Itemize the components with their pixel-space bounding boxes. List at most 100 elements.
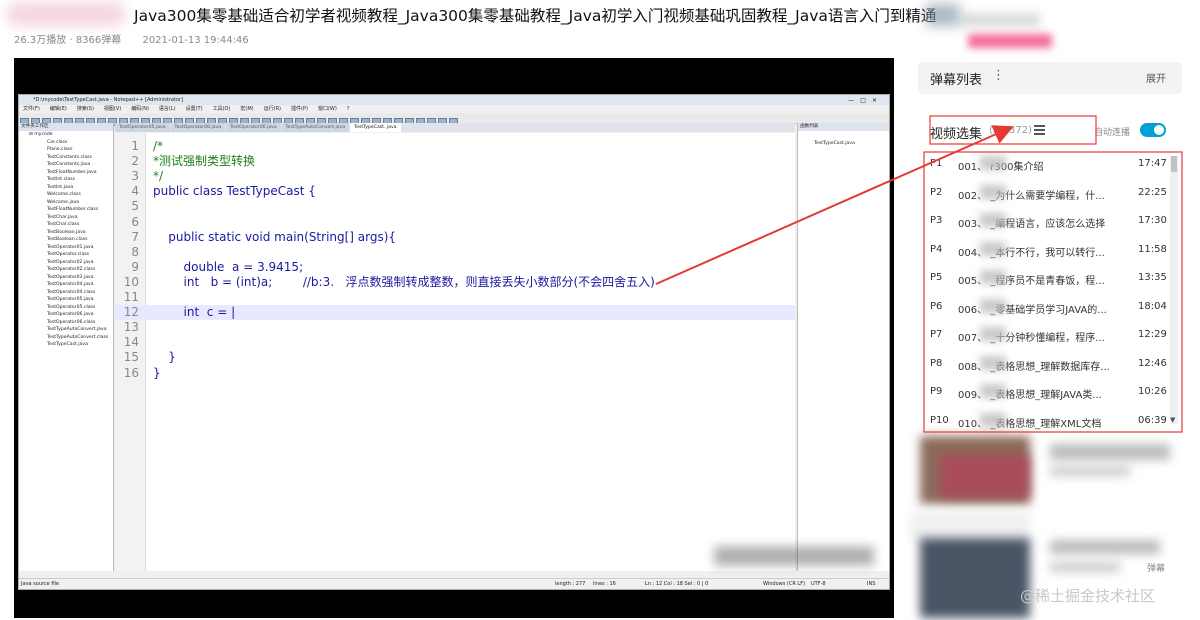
line-number: 6 <box>131 214 139 229</box>
file-item: TestOperator05.class <box>47 304 96 310</box>
panel-title: 文件夹工作区 <box>19 123 113 131</box>
playlist-item[interactable]: P6 006、 _零基础学员学习JAVA的... 18:04 <box>924 293 1168 322</box>
player-watermark-blurred <box>714 546 874 566</box>
file-item: TestTypeAutoConvert.java <box>47 327 107 332</box>
playlist-item[interactable]: P1 001、 r300集介绍 17:47 <box>924 150 1168 179</box>
redaction-blur <box>980 184 1006 199</box>
npp-menu-item: ? <box>346 106 350 112</box>
playlist-item-duration: 12:46 <box>1138 357 1167 369</box>
playlist-item[interactable]: P7 007、 _十分钟秒懂编程，程序... 12:29 <box>924 321 1168 350</box>
code-text: int b = (int)a; //b:3. 浮点数强制转成整数，则直接丢失小数… <box>153 274 655 289</box>
file-item: TestOperator06.class <box>47 319 96 325</box>
code-text: /* <box>153 139 164 153</box>
line-number: 9 <box>131 259 139 274</box>
playlist-item-duration: 22:25 <box>1138 186 1167 198</box>
code-line: 13 <box>115 320 795 335</box>
more-vertical-icon[interactable]: ⋮ <box>992 68 1005 83</box>
autoplay-label: 自动连播 <box>1094 128 1131 138</box>
list-icon[interactable] <box>1034 125 1045 135</box>
npp-tab: TestOperator06.java <box>170 123 226 132</box>
function-list-panel: 函数列表 TestTypeCast.java <box>797 123 889 571</box>
code-line: 1 /* <box>115 139 795 154</box>
code-text: int c = | <box>153 305 236 320</box>
playlist-item-part: P3 <box>930 215 943 226</box>
code-line: 5 <box>115 199 795 214</box>
playlist-scrollbar[interactable]: ▼ <box>1170 156 1178 424</box>
code-text: } <box>153 365 161 380</box>
video-playlist: 视频选集 (50/372) 自动连播 P1 001、 r300集介绍 17:47 P2… <box>918 112 1182 434</box>
file-item: TestFloatNumber.class <box>47 207 99 212</box>
file-item: TestFloatNumber.java <box>47 169 97 175</box>
playlist-item[interactable]: P4 004、 _本行不行，我可以转行... 11:58 <box>924 236 1168 265</box>
npp-title: *D:\mycode\TestTypeCast.java - Notepad++… <box>33 97 183 103</box>
npp-menu-item: 宏(M) <box>240 106 254 112</box>
playlist-item[interactable]: P9 009、 _表格思想_理解JAVA类... 10:26 <box>924 378 1168 407</box>
danmaku-expand-button[interactable]: 展开 <box>1146 70 1166 85</box>
redaction-blur <box>980 270 1006 284</box>
code-line: 11 <box>115 290 795 305</box>
code-text: *测试强制类型转换 <box>153 154 256 169</box>
line-number: 11 <box>123 290 139 304</box>
playlist-item-part: P8 <box>930 357 943 369</box>
playlist-item[interactable]: P8 008、 _表格思想_理解数据库存... 12:46 <box>924 350 1168 379</box>
code-line: 6 <box>115 215 795 230</box>
status-length: length : 277 <box>555 581 586 587</box>
uploader-avatar-blurred <box>6 2 126 26</box>
npp-menu-item: 设置(T) <box>185 106 203 112</box>
playlist-title: 视频选集 <box>930 127 983 142</box>
autoplay-toggle[interactable] <box>1140 123 1166 137</box>
window-controls: —□✕ <box>848 97 883 104</box>
file-list: Car.class Plane.class TestConstants.class T… <box>19 139 113 349</box>
status-pos: Ln : 12 Col : 18 Sel : 0 | 0 <box>645 581 709 587</box>
code-text: double a = 3.9415; <box>153 259 304 274</box>
playlist-item-duration: 18:04 <box>1138 300 1167 312</box>
line-number: 16 <box>123 365 139 380</box>
danmu-tag: 弹幕 <box>1147 564 1166 574</box>
playlist-item-part: P9 <box>930 386 943 397</box>
code-line: 8 <box>115 245 795 260</box>
npp-menu-item: 插件(P) <box>291 106 308 112</box>
status-type: Java source file <box>21 581 59 587</box>
scroll-down-arrow-icon[interactable]: ▼ <box>1170 416 1175 424</box>
status-encoding: UTF-8 <box>811 581 826 587</box>
file-item: Plane.class <box>47 147 73 152</box>
line-number: 8 <box>131 244 139 259</box>
file-item: TestConstants.class <box>47 154 92 160</box>
file-item: Welcome.class <box>47 192 81 197</box>
file-item: TestOperator02.class <box>47 267 96 272</box>
playlist-item[interactable]: P2 002、 _为什么需要学编程，什... 22:25 <box>924 179 1168 208</box>
npp-statusbar: Java source file length : 277 lines : 16… <box>19 578 889 589</box>
meta-separator: · <box>66 35 76 46</box>
code-line: 16} <box>115 366 795 381</box>
line-number: 1 <box>131 139 139 153</box>
danmaku-list-title: 弹幕列表 <box>930 73 983 88</box>
npp-menu-item: 语言(L) <box>158 106 176 112</box>
playlist-item[interactable]: P3 003、 _编程语言，应该怎么选择 17:30 <box>924 207 1168 236</box>
npp-tab: TestTypeAutoConvert.java <box>281 123 350 132</box>
playlist-header: 视频选集 (50/372) 自动连播 <box>918 112 1182 150</box>
function-list-title: 函数列表 <box>798 123 889 131</box>
file-item: TestOperator03.java <box>47 274 94 280</box>
playlist-item[interactable]: P5 005、 _程序员不是青春饭，程... 13:35 <box>924 264 1168 293</box>
redaction-blur <box>980 384 1006 398</box>
code-line: 14 <box>115 335 795 350</box>
file-item: TestBoolean.java <box>47 229 86 235</box>
npp-menu-item: 窗口(W) <box>317 106 337 112</box>
file-item: Car.class <box>47 139 68 145</box>
scrollbar-thumb[interactable] <box>1171 156 1177 172</box>
code-editor: 1 /* 2 *测试强制类型转换 3 */ 4 public class TestTypeCa… <box>115 133 795 571</box>
line-number: 2 <box>131 154 139 169</box>
npp-menu-item: 视图(V) <box>103 106 122 112</box>
redaction-blur <box>980 412 1006 427</box>
line-number: 14 <box>123 335 139 350</box>
danmaku-list-bar[interactable]: 弹幕列表 ⋮ 展开 <box>918 62 1182 94</box>
playlist-item-part: P4 <box>930 243 943 255</box>
folder-workspace-panel: 文件夹工作区 ⊟ mycode Car.class Plane.class Test… <box>19 123 114 571</box>
video-title: Java300集零基础适合初学者视频教程_Java300集零基础教程_Java初… <box>134 7 937 25</box>
playlist-item[interactable]: P10 010、 _表格思想_理解XML文档 06:39 <box>924 407 1168 436</box>
code-line: 12 int c = | <box>115 305 795 321</box>
playlist-item-duration: 13:35 <box>1138 272 1167 283</box>
code-text: */ <box>153 169 164 184</box>
video-meta: 26.3万播放 · 8366弹幕 2021-01-13 19:44:46 <box>14 31 249 46</box>
video-player[interactable]: *D:\mycode\TestTypeCast.java - Notepad++… <box>14 58 894 618</box>
